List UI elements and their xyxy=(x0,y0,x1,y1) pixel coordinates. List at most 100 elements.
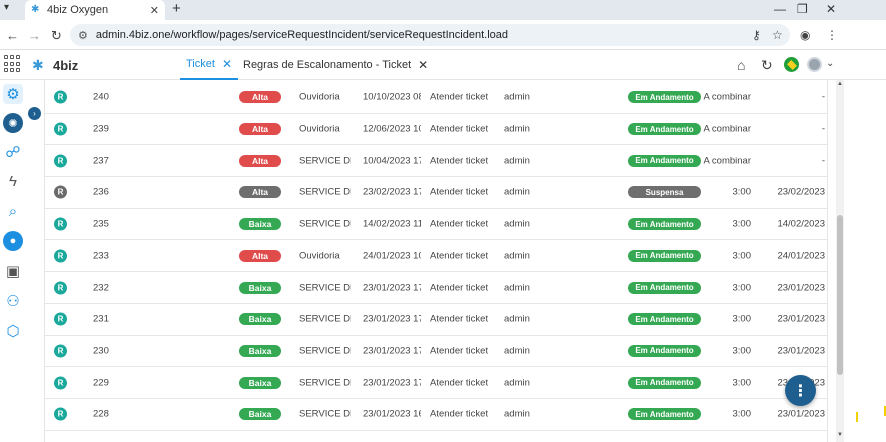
ticket-type-badge: R xyxy=(54,185,67,199)
browser-tab-strip: ▾ ✱ 4biz Oxygen ✕ + — ❐ ✕ xyxy=(0,0,886,20)
scroll-down-icon[interactable]: ▼ xyxy=(836,432,844,438)
scrollbar-thumb[interactable] xyxy=(837,215,843,375)
sidebar-user-icon[interactable]: ● xyxy=(3,231,23,251)
priority-badge: Alta xyxy=(239,186,281,199)
apps-grid-icon[interactable] xyxy=(4,55,22,73)
sidebar-people-globe-icon[interactable]: ☍ xyxy=(3,142,23,162)
close-tab-icon[interactable]: ✕ xyxy=(150,4,159,17)
task-name: Atender ticket xyxy=(430,345,489,357)
ticket-id: 232 xyxy=(93,282,109,294)
sidebar-lightning-icon[interactable]: ϟ xyxy=(3,171,23,191)
refresh-icon[interactable]: ↻ xyxy=(761,57,773,74)
table-row[interactable]: R 230 Baixa SERVICE DEFA 23/01/2023 17:2 Aten… xyxy=(45,336,827,368)
reload-icon[interactable]: ↻ xyxy=(51,28,62,44)
sidebar-id-card-icon[interactable]: ▣ xyxy=(3,261,23,281)
due-date: 23/01/2023 xyxy=(777,408,825,420)
table-row[interactable]: R 232 Baixa SERVICE DEFA 23/01/2023 17:2 Aten… xyxy=(45,272,827,304)
address-bar-row: ← → ↻ ⚙ admin.4biz.one/workflow/pages/se… xyxy=(0,20,886,50)
priority-badge: Baixa xyxy=(239,281,281,294)
priority-badge: Alta xyxy=(239,154,281,167)
assigned-user: admin xyxy=(504,313,530,325)
ticket-type-badge: R xyxy=(54,344,67,358)
table-row[interactable]: R 235 Baixa SERVICE DEFA 14/02/2023 11:5 Aten… xyxy=(45,209,827,241)
decorative-mark xyxy=(856,412,858,422)
sla-value: 3:00 xyxy=(732,345,752,357)
service-name: Ouvidoria xyxy=(299,250,340,262)
site-info-icon[interactable]: ⚙ xyxy=(78,29,88,42)
table-row[interactable]: R 237 Alta SERVICE DEFA 10/04/2023 17:2 Atend… xyxy=(45,145,827,178)
key-icon[interactable]: ⚷ xyxy=(752,28,761,42)
table-row[interactable]: R 231 Baixa SERVICE DEFA 23/01/2023 17:2 Aten… xyxy=(45,304,827,336)
back-icon[interactable]: ← xyxy=(6,28,19,43)
service-name: SERVICE DEFA xyxy=(299,282,351,294)
sidebar-user-settings-icon[interactable]: ⚇ xyxy=(3,291,23,311)
table-row[interactable]: R 240 Alta Ouvidoria 10/10/2023 08:5 Atender … xyxy=(45,82,827,114)
table-row[interactable]: R 229 Baixa SERVICE DEFA 23/01/2023 17:0 Aten… xyxy=(45,367,827,399)
ticket-id: 235 xyxy=(93,218,109,230)
assigned-user: admin xyxy=(504,155,530,167)
table-row[interactable]: R 228 Baixa SERVICE DEFA 23/01/2023 16:5 Aten… xyxy=(45,399,827,431)
tab-ticket-label: Ticket xyxy=(186,58,215,70)
close-tab-escalation-icon[interactable]: ✕ xyxy=(418,58,428,72)
assigned-user: admin xyxy=(504,250,530,262)
assigned-user: admin xyxy=(504,345,530,357)
assigned-user: admin xyxy=(504,282,530,294)
sidebar-code-icon[interactable]: ⬡ xyxy=(3,321,23,341)
more-actions-button[interactable]: ⋮ xyxy=(785,375,816,406)
ticket-type-badge: R xyxy=(54,376,67,390)
open-date: 23/01/2023 16:5 xyxy=(363,408,421,420)
sidebar-expand-icon[interactable]: › xyxy=(28,107,41,120)
brazil-flag-icon[interactable] xyxy=(784,57,799,72)
forward-icon[interactable]: → xyxy=(28,28,41,43)
bookmark-star-icon[interactable]: ☆ xyxy=(772,28,783,42)
chevron-down-icon[interactable]: ⌄ xyxy=(826,58,834,69)
priority-badge: Alta xyxy=(239,123,281,136)
ticket-table: R 240 Alta Ouvidoria 10/10/2023 08:5 Atender … xyxy=(44,80,828,442)
task-name: Atender ticket xyxy=(430,186,489,198)
due-date: - xyxy=(821,91,825,103)
open-date: 23/01/2023 17:2 xyxy=(363,282,421,294)
ticket-type-badge: R xyxy=(54,281,67,295)
scroll-up-icon[interactable]: ▲ xyxy=(836,81,844,87)
url-field[interactable]: ⚙ admin.4biz.one/workflow/pages/serviceR… xyxy=(70,24,790,46)
ticket-type-badge: R xyxy=(54,154,67,168)
new-tab-icon[interactable]: + xyxy=(172,0,181,17)
priority-badge: Baixa xyxy=(239,344,281,357)
due-date: 24/01/2023 xyxy=(777,250,825,262)
task-name: Atender ticket xyxy=(430,218,489,230)
browser-tab[interactable]: ✱ 4biz Oxygen ✕ xyxy=(25,0,165,20)
assigned-user: admin xyxy=(504,408,530,420)
tab-ticket[interactable]: Ticket ✕ xyxy=(180,50,238,80)
sla-value: A combinar xyxy=(703,91,751,103)
browser-tab-title: 4biz Oxygen xyxy=(47,4,109,16)
ticket-id: 239 xyxy=(93,123,109,135)
table-row[interactable]: R 233 Alta Ouvidoria 24/01/2023 10:3 Atender … xyxy=(45,241,827,273)
close-tab-ticket-icon[interactable]: ✕ xyxy=(222,57,232,71)
avatar[interactable] xyxy=(807,57,822,72)
profile-icon[interactable]: ◉ xyxy=(800,28,810,42)
assigned-user: admin xyxy=(504,218,530,230)
close-window-icon[interactable]: ✕ xyxy=(826,2,836,16)
home-icon[interactable]: ⌂ xyxy=(737,57,745,73)
assigned-user: admin xyxy=(504,91,530,103)
priority-badge: Alta xyxy=(239,91,281,104)
ticket-type-badge: R xyxy=(54,90,67,104)
sidebar-workflow-icon[interactable]: ⚙ xyxy=(3,84,23,104)
priority-badge: Baixa xyxy=(239,408,281,421)
restore-icon[interactable]: ❐ xyxy=(797,2,808,16)
tab-escalation-rules[interactable]: Regras de Escalonamento - Ticket ✕ xyxy=(237,50,434,80)
open-date: 10/10/2023 08:5 xyxy=(363,91,421,103)
table-row[interactable]: R 239 Alta Ouvidoria 12/06/2023 10:3 Atender … xyxy=(45,114,827,146)
tab-search-icon[interactable]: ▾ xyxy=(4,2,9,13)
table-row[interactable]: R 236 Alta SERVICE DEFA 23/02/2023 17:1 Atend… xyxy=(45,177,827,209)
sidebar: ⚙ ✺ ☍ ϟ ⌕ ● ▣ ⚇ ⬡ xyxy=(0,80,26,442)
sla-value: 3:00 xyxy=(732,186,752,198)
sidebar-network-icon[interactable]: ✺ xyxy=(3,113,23,133)
sla-value: A combinar xyxy=(703,155,751,167)
minimize-icon[interactable]: — xyxy=(774,2,786,16)
sidebar-document-search-icon[interactable]: ⌕ xyxy=(3,201,23,221)
service-name: SERVICE DEFA xyxy=(299,186,351,198)
app-header: ✱ 4biz Ticket ✕ Regras de Escalonamento … xyxy=(0,50,886,80)
browser-menu-icon[interactable]: ⋮ xyxy=(826,28,838,42)
due-date: - xyxy=(821,155,825,167)
